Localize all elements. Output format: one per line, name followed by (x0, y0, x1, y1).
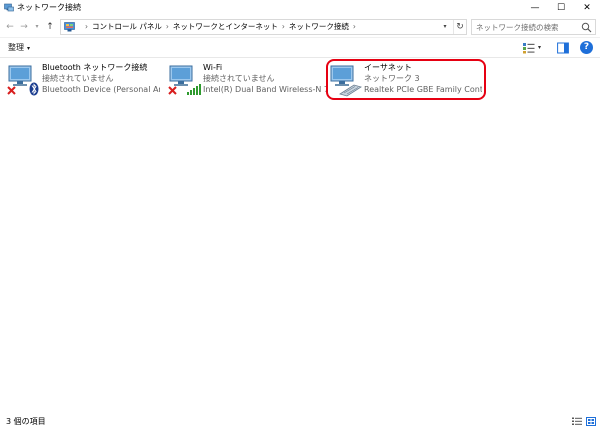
change-view-icon[interactable] (522, 42, 536, 54)
network-adapter-icon (168, 65, 201, 95)
command-bar: 整理 ▾ ▾ ? (0, 38, 600, 58)
bluetooth-icon (29, 82, 39, 96)
minimize-button[interactable]: — (522, 0, 548, 16)
network-adapter-icon (7, 65, 39, 96)
connection-status: 接続されていません (203, 74, 275, 83)
address-bar[interactable]: › コントロール パネル › ネットワークとインターネット › ネットワーク接続 › ▾ ↻ (60, 19, 467, 35)
item-count: 3 個の項目 (6, 417, 46, 426)
navigation-bar: ← → ▾ ↑ › コントロール パネル › ネットワークとインターネット › ネットワー… (0, 16, 600, 38)
breadcrumb-network-internet[interactable]: ネットワークとインターネット (173, 22, 278, 31)
connection-name: Wi-Fi (203, 63, 223, 72)
highlight-annotation (326, 59, 486, 100)
close-button[interactable]: ✕ (574, 0, 600, 16)
connections-list: Bluetooth ネットワーク接続 接続されていません Bluetooth D… (0, 59, 600, 411)
breadcrumb-network-connections[interactable]: ネットワーク接続 (289, 22, 349, 31)
red-x-icon (7, 86, 16, 95)
help-button[interactable]: ? (580, 41, 593, 54)
breadcrumb-separator[interactable]: › (166, 22, 169, 31)
large-icons-view-icon[interactable] (586, 417, 596, 426)
wifi-signal-icon (187, 84, 201, 95)
up-button[interactable]: ↑ (44, 20, 56, 34)
connection-device: Bluetooth Device (Personal Area ... (42, 85, 160, 94)
recent-locations-button[interactable]: ▾ (32, 20, 42, 34)
red-x-icon (168, 86, 177, 95)
search-box[interactable] (471, 19, 596, 35)
refresh-button[interactable]: ↻ (453, 20, 466, 34)
status-bar: 3 個の項目 (0, 413, 600, 430)
view-options-chevron-icon[interactable]: ▾ (538, 42, 546, 54)
connection-name: Bluetooth ネットワーク接続 (42, 63, 148, 72)
maximize-button[interactable]: ☐ (548, 0, 574, 16)
connection-bluetooth[interactable]: Bluetooth ネットワーク接続 接続されていません Bluetooth D… (6, 61, 164, 101)
organize-button[interactable]: 整理 ▾ (8, 42, 30, 54)
breadcrumb: › コントロール パネル › ネットワークとインターネット › ネットワーク接続 › (81, 20, 360, 34)
chevron-down-icon: ▾ (27, 45, 31, 52)
organize-label: 整理 (8, 43, 24, 52)
window-title: ネットワーク接続 (17, 3, 81, 12)
breadcrumb-separator[interactable]: › (353, 22, 356, 31)
connection-status: 接続されていません (42, 74, 114, 83)
search-input[interactable] (476, 21, 576, 33)
breadcrumb-control-panel[interactable]: コントロール パネル (92, 22, 162, 31)
forward-button[interactable]: → (18, 20, 30, 34)
details-view-icon[interactable] (572, 417, 582, 426)
breadcrumb-separator[interactable]: › (282, 22, 285, 31)
network-connections-icon (4, 3, 14, 12)
connection-wifi[interactable]: Wi-Fi 接続されていません Intel(R) Dual Band Wirel… (167, 61, 327, 101)
connection-device: Intel(R) Dual Band Wireless-N 7260 (203, 85, 327, 94)
address-history-button[interactable]: ▾ (439, 20, 451, 34)
preview-pane-icon[interactable] (557, 42, 569, 54)
title-bar: ネットワーク接続 — ☐ ✕ (0, 0, 600, 16)
breadcrumb-separator: › (85, 22, 88, 31)
control-panel-icon (64, 22, 75, 32)
back-button[interactable]: ← (4, 20, 16, 34)
search-icon[interactable] (581, 22, 592, 33)
